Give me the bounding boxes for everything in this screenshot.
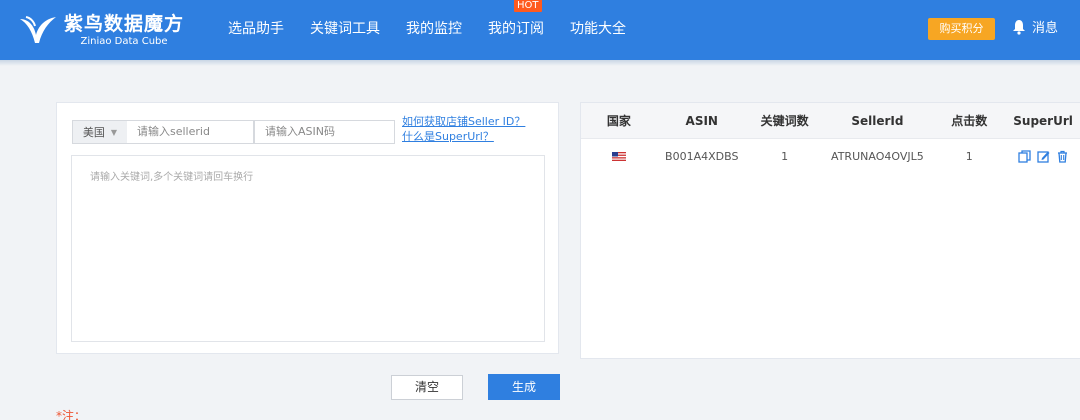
- clear-button[interactable]: 清空: [391, 375, 463, 400]
- col-superurl: SuperUrl: [1013, 113, 1073, 128]
- nav-keyword-tool[interactable]: 关键词工具: [310, 0, 380, 60]
- cell-country: [581, 150, 657, 163]
- table-row: B001A4XDBS 1 ATRUNAO4OVJL5 1: [581, 139, 1080, 173]
- edit-icon[interactable]: [1036, 150, 1050, 163]
- hot-badge: HOT: [514, 0, 542, 12]
- main-nav: 选品助手 关键词工具 我的监控 我的订阅 HOT 功能大全: [228, 0, 652, 60]
- keyword-textarea[interactable]: 请输入关键词,多个关键词请回车换行: [71, 155, 545, 342]
- bell-icon: [1013, 19, 1025, 35]
- col-clicks: 点击数: [951, 114, 988, 128]
- cell-sellerid: ATRUNAO4OVJL5: [831, 149, 924, 163]
- copy-icon[interactable]: [1017, 149, 1031, 163]
- nav-my-subscription-label: 我的订阅: [488, 21, 544, 37]
- sellerid-input[interactable]: 请输入sellerid: [127, 120, 254, 144]
- asin-input[interactable]: 请输入ASIN码: [254, 120, 395, 144]
- bird-logo-icon: [20, 16, 56, 43]
- messages-label: 消息: [1032, 21, 1059, 36]
- logo-subtitle: Ziniao Data Cube: [80, 35, 168, 47]
- messages-button[interactable]: 消息: [1012, 17, 1058, 36]
- nav-my-monitor[interactable]: 我的监控: [406, 0, 462, 60]
- col-asin: ASIN: [685, 113, 718, 128]
- col-keyword-count: 关键词数: [760, 114, 809, 128]
- seller-id-help-link[interactable]: 如何获取店铺Seller ID？: [402, 114, 525, 129]
- col-sellerid: SellerId: [851, 113, 904, 128]
- chevron-down-icon: ▼: [110, 127, 118, 137]
- header-shadow: [0, 60, 1080, 66]
- help-links: 如何获取店铺Seller ID？ 什么是SuperUrl？: [402, 114, 525, 144]
- note-label: *注：: [56, 409, 87, 420]
- superurl-help-link[interactable]: 什么是SuperUrl？: [402, 129, 525, 144]
- cell-actions: [1006, 149, 1080, 163]
- nav-my-subscription[interactable]: 我的订阅 HOT: [488, 0, 544, 60]
- nav-all-features[interactable]: 功能大全: [570, 0, 626, 60]
- country-value: 美国: [82, 126, 105, 139]
- cell-clicks: 1: [965, 149, 973, 163]
- top-navbar: 紫鸟数据魔方 Ziniao Data Cube 选品助手 关键词工具 我的监控 …: [0, 0, 1080, 60]
- cell-keyword-count: 1: [781, 149, 789, 163]
- us-flag-icon: [611, 152, 626, 161]
- logo[interactable]: 紫鸟数据魔方 Ziniao Data Cube: [18, 10, 184, 50]
- results-table: 国家 ASIN 关键词数 SellerId 点击数 SuperUrl B001A…: [580, 102, 1080, 359]
- cell-asin: B001A4XDBS: [665, 149, 739, 163]
- logo-title: 紫鸟数据魔方: [64, 12, 185, 35]
- country-dropdown[interactable]: 美国 ▼: [73, 121, 128, 143]
- buy-points-button[interactable]: 购买积分: [928, 18, 995, 40]
- trash-icon[interactable]: [1056, 150, 1069, 163]
- table-header: 国家 ASIN 关键词数 SellerId 点击数 SuperUrl: [581, 103, 1080, 139]
- generate-button[interactable]: 生成: [488, 374, 560, 400]
- nav-product-assistant[interactable]: 选品助手: [228, 0, 284, 60]
- input-panel: 美国 ▼ 请输入sellerid 请输入ASIN码 如何获取店铺Seller I…: [56, 102, 559, 354]
- col-country: 国家: [606, 114, 631, 128]
